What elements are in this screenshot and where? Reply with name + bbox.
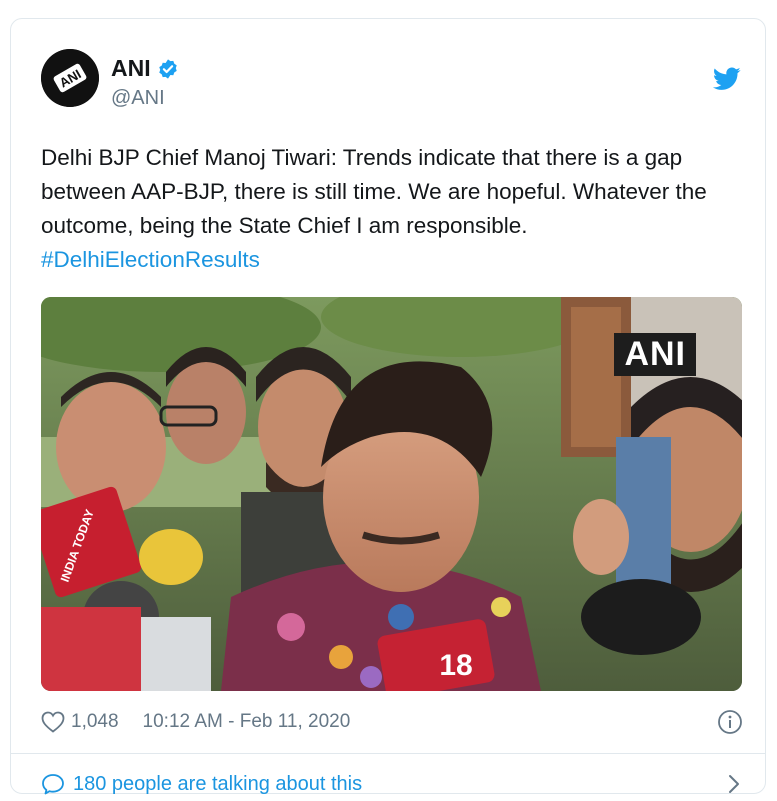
chevron-right-icon[interactable] [725, 773, 743, 795]
tweet-meta: 1,048 10:12 AM - Feb 11, 2020 [41, 705, 743, 739]
tweet-header: ANI ANI @ANI [41, 49, 741, 119]
twitter-logo-icon[interactable] [713, 67, 741, 91]
tweet-photo[interactable]: 18 INDIA TODAY ANI [41, 297, 742, 691]
avatar[interactable]: ANI [41, 49, 99, 107]
hashtag-link[interactable]: #DelhiElectionResults [41, 243, 751, 277]
verified-badge-icon [158, 58, 177, 79]
conversation-label: 180 people are talking about this [73, 772, 363, 795]
mic-label-18: 18 [439, 649, 472, 682]
ani-logo-icon: ANI [41, 49, 99, 107]
tweet-card: ANI ANI @ANI Delhi BJP Chief Manoj Tiwar… [10, 18, 766, 795]
author-name[interactable]: ANI [111, 55, 151, 82]
media-watermark: ANI [614, 333, 696, 376]
divider [11, 753, 765, 754]
author-handle[interactable]: @ANI [111, 87, 165, 110]
info-icon[interactable] [717, 709, 743, 735]
tweet-body: Delhi BJP Chief Manoj Tiwari: Trends ind… [41, 145, 707, 238]
like-count[interactable]: 1,048 [71, 711, 119, 733]
heart-icon[interactable] [41, 711, 65, 733]
author-name-row: ANI [111, 55, 179, 82]
speech-bubble-icon [42, 774, 64, 795]
conversation-link[interactable]: 180 people are talking about this [41, 767, 743, 801]
tweet-text: Delhi BJP Chief Manoj Tiwari: Trends ind… [41, 141, 751, 277]
tweet-timestamp[interactable]: 10:12 AM - Feb 11, 2020 [143, 711, 351, 733]
